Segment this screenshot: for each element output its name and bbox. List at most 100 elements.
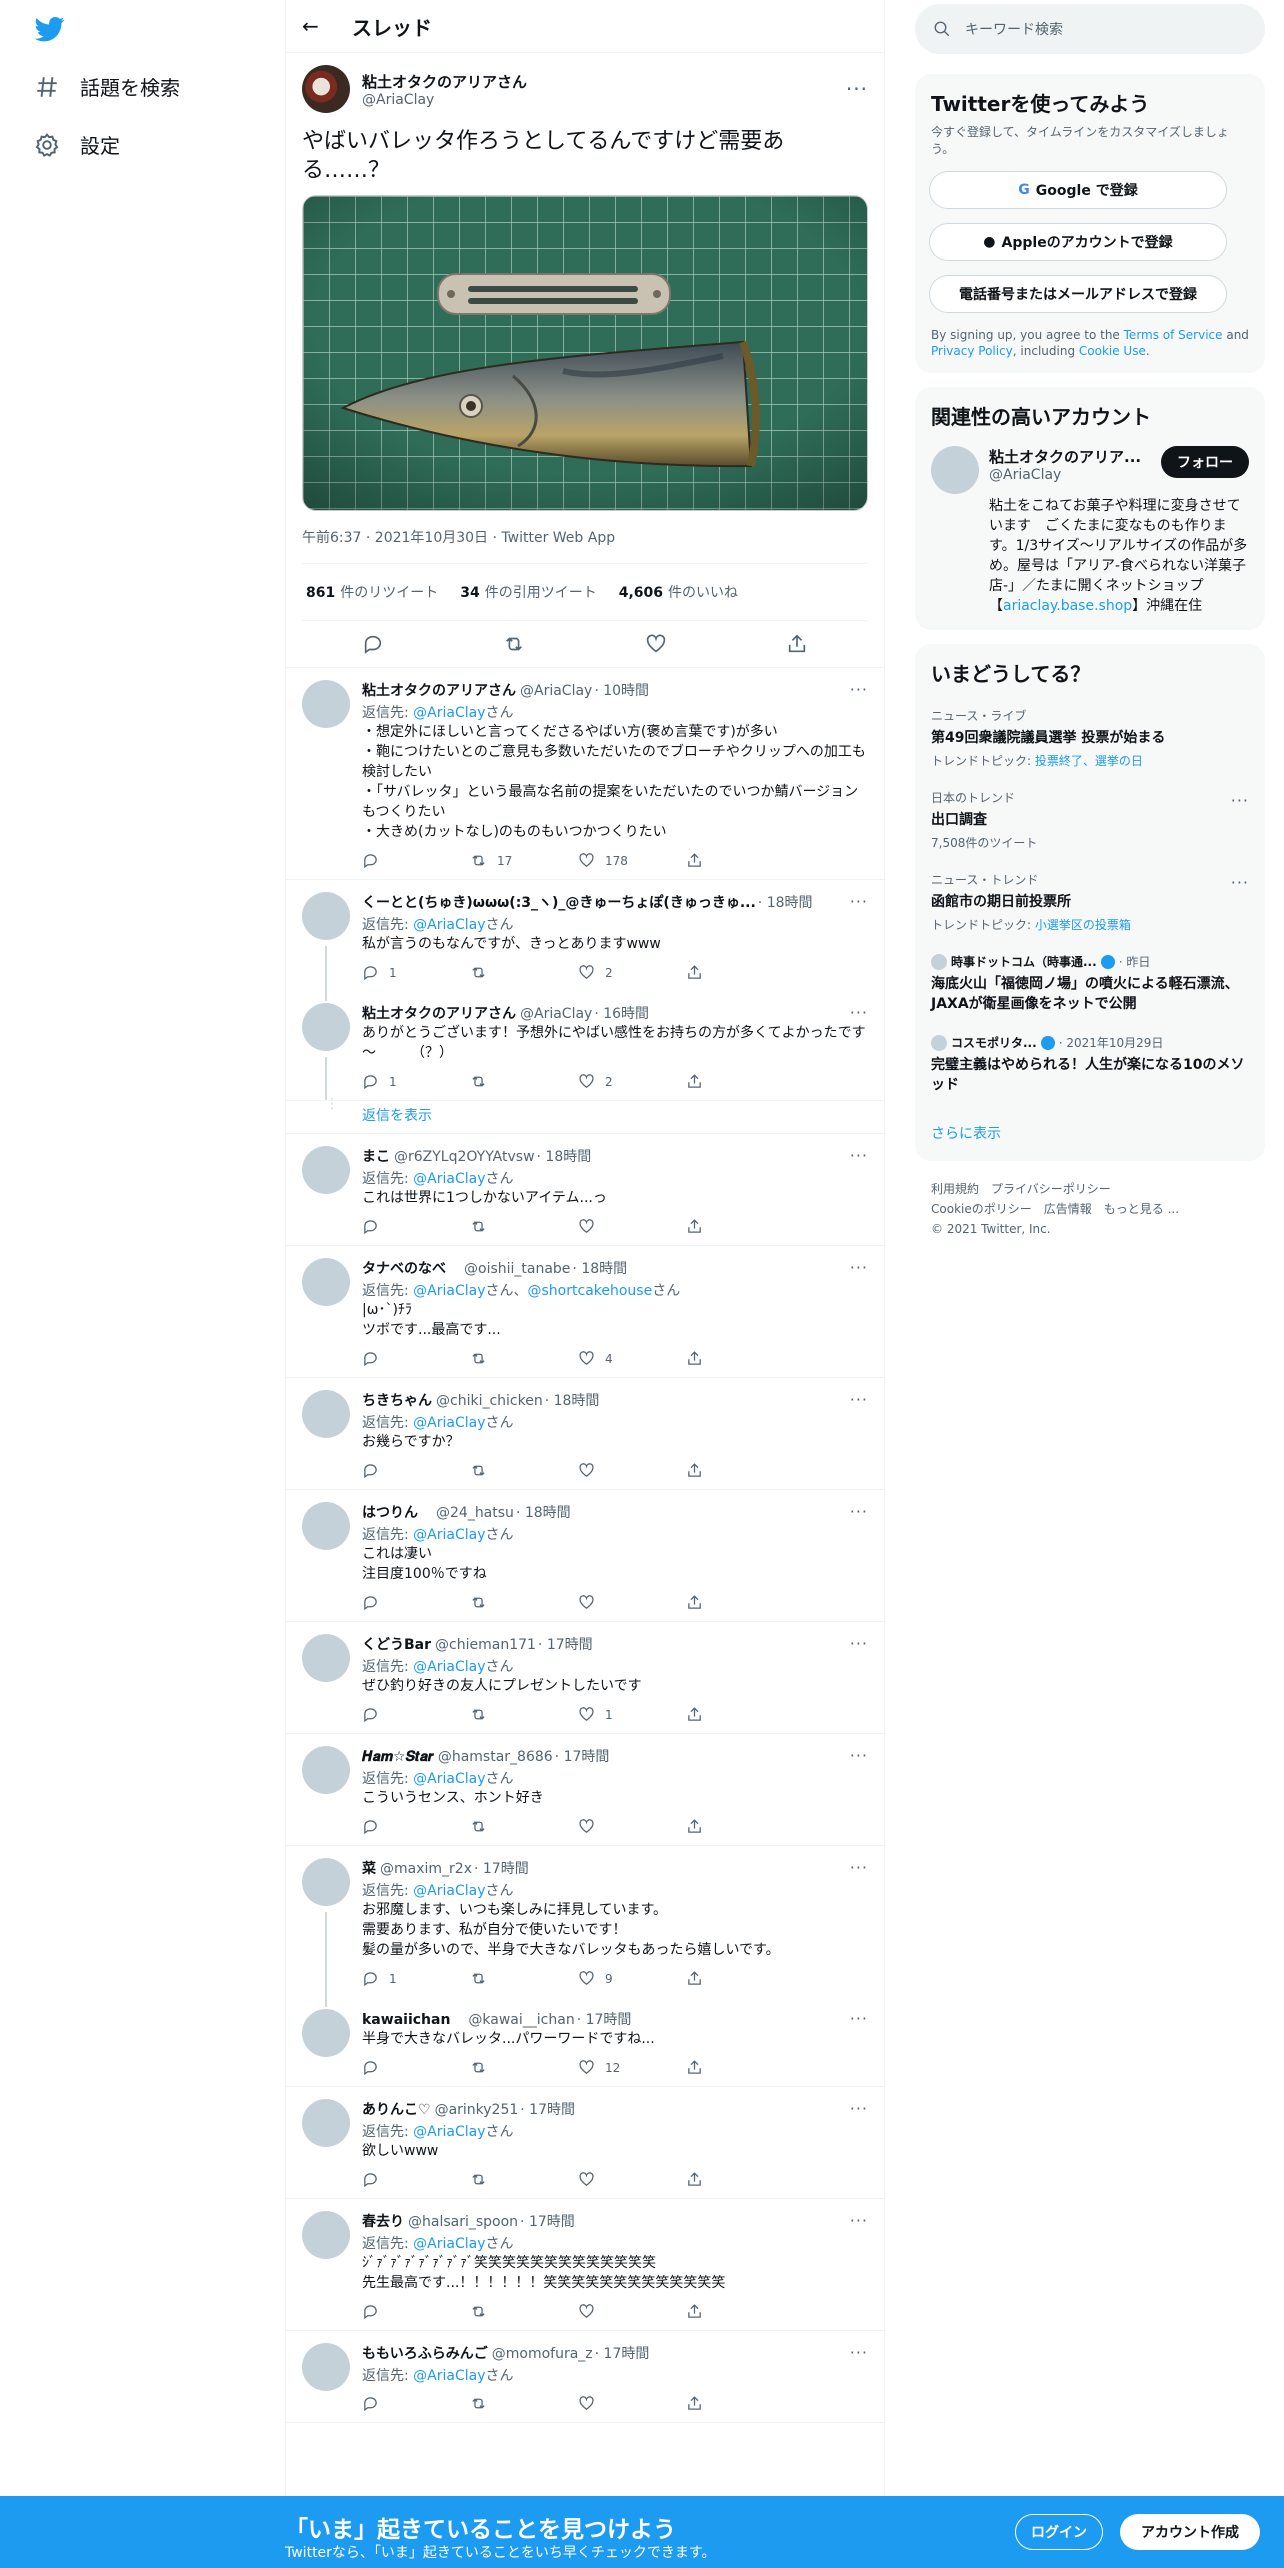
- share-button[interactable]: [686, 1706, 794, 1723]
- reply-tweet[interactable]: くどうBar @chieman171 · 17時間 ··· 返信先: @AriaClay…: [286, 1622, 884, 1734]
- like-button[interactable]: [578, 2395, 686, 2412]
- retweet-button[interactable]: [470, 1218, 578, 1235]
- reply-author-handle[interactable]: @maxim_r2x: [380, 1861, 472, 1877]
- reply-author-handle[interactable]: @AriaClay: [520, 1006, 592, 1022]
- search-box[interactable]: キーワード検索: [915, 4, 1265, 54]
- share-button[interactable]: [686, 1073, 794, 1090]
- show-replies-link[interactable]: ⋮ 返信を表示: [286, 1097, 884, 1134]
- more-options-icon[interactable]: ···: [850, 2211, 868, 2230]
- like-button[interactable]: [578, 2303, 686, 2320]
- reply-author-name[interactable]: まこ: [362, 1146, 390, 1166]
- share-button[interactable]: [686, 1218, 794, 1235]
- more-options-icon[interactable]: ···: [850, 892, 868, 911]
- retweet-button[interactable]: [470, 1818, 578, 1835]
- avatar[interactable]: [302, 65, 350, 113]
- reply-tweet[interactable]: 菜 @maxim_r2x · 17時間 ··· 返信先: @AriaClayさん お邪魔し…: [286, 1846, 884, 1997]
- mention-link[interactable]: @AriaClay: [413, 2124, 485, 2140]
- avatar[interactable]: [302, 1390, 350, 1438]
- mention-link[interactable]: @shortcakehouse: [528, 1283, 653, 1299]
- reply-author-handle[interactable]: @halsari_spoon: [408, 2214, 518, 2230]
- reply-time[interactable]: · 10時間: [594, 680, 649, 700]
- retweet-button[interactable]: [470, 964, 578, 981]
- privacy-link[interactable]: Privacy Policy: [931, 344, 1013, 358]
- footer-ads-link[interactable]: 広告情報: [1044, 1202, 1092, 1216]
- like-button[interactable]: 1: [578, 1706, 686, 1723]
- like-button[interactable]: 12: [578, 2059, 686, 2076]
- reply-tweet[interactable]: kawaiichan @kawai__ichan · 17時間 ··· 半身で大きなバ…: [286, 1997, 884, 2087]
- reply-button[interactable]: 1: [362, 964, 470, 981]
- reply-author-name[interactable]: はつりん: [362, 1502, 418, 1522]
- more-options-icon[interactable]: ···: [850, 2099, 868, 2118]
- reply-button[interactable]: [362, 1818, 470, 1835]
- avatar[interactable]: [302, 2343, 350, 2391]
- mention-link[interactable]: @AriaClay: [413, 1415, 485, 1431]
- nav-explore[interactable]: 話題を検索: [34, 72, 180, 101]
- reply-author-name[interactable]: kawaiichan: [362, 2012, 450, 2028]
- reply-author-handle[interactable]: @chiki_chicken: [436, 1393, 543, 1409]
- reply-button[interactable]: [362, 2395, 470, 2412]
- reply-button[interactable]: [362, 2171, 470, 2188]
- reply-button[interactable]: [362, 852, 470, 869]
- reply-tweet[interactable]: 𝑯𝒂𝒎☆𝑺𝒕𝒂𝒓 @hamstar_8686 · 17時間 ··· 返信先: @Aria…: [286, 1734, 884, 1846]
- more-options-icon[interactable]: ···: [850, 680, 868, 699]
- reply-author-handle[interactable]: @24_hatsu: [422, 1502, 514, 1522]
- related-handle[interactable]: @AriaClay: [989, 467, 1141, 483]
- like-button[interactable]: [578, 1462, 686, 1479]
- retweet-button[interactable]: [470, 2059, 578, 2076]
- share-button[interactable]: [686, 2171, 794, 2188]
- reply-tweet[interactable]: ありんこ♡ @arinky251 · 17時間 ··· 返信先: @AriaClayさん…: [286, 2087, 884, 2199]
- avatar[interactable]: [302, 1003, 350, 1051]
- mention-link[interactable]: @AriaClay: [413, 2368, 485, 2384]
- retweet-button[interactable]: [470, 1706, 578, 1723]
- more-options-icon[interactable]: ···: [850, 1258, 868, 1277]
- reply-tweet[interactable]: 粘土オタクのアリアさん @AriaClay · 16時間 ··· ありがとうございます！…: [286, 991, 884, 1101]
- share-button[interactable]: [686, 1350, 794, 1367]
- reply-tweet[interactable]: タナベのなべ @oishii_tanabe · 18時間 ··· 返信先: @Aria…: [286, 1246, 884, 1378]
- like-button[interactable]: [578, 1594, 686, 1611]
- signup-button[interactable]: アカウント作成: [1120, 2514, 1260, 2550]
- quote-count[interactable]: 34 件の引用ツイート: [460, 582, 596, 602]
- share-button[interactable]: [686, 1594, 794, 1611]
- follow-button[interactable]: フォロー: [1161, 446, 1249, 478]
- google-signup-button[interactable]: G Google で登録: [929, 171, 1227, 209]
- more-options-icon[interactable]: ···: [850, 1746, 868, 1765]
- back-arrow-icon[interactable]: ←: [302, 14, 342, 38]
- share-button[interactable]: [686, 852, 794, 869]
- cookie-link[interactable]: Cookie Use: [1079, 344, 1146, 358]
- like-button[interactable]: 9: [578, 1970, 686, 1987]
- reply-tweet[interactable]: ももいろふらみんご @momofura_z · 17時間 ··· 返信先: @AriaC…: [286, 2331, 884, 2423]
- news-item[interactable]: 時事ドットコム（時事通... · 昨日 海底火山「福徳岡ノ場」の噴火による軽石漂流、…: [931, 953, 1249, 1014]
- reply-button[interactable]: [362, 1218, 470, 1235]
- footer-tos-link[interactable]: 利用規約: [931, 1182, 979, 1196]
- avatar[interactable]: [931, 446, 979, 494]
- avatar[interactable]: [302, 1746, 350, 1794]
- like-button[interactable]: [578, 1818, 686, 1835]
- reply-button[interactable]: [362, 1462, 470, 1479]
- like-button[interactable]: [578, 2171, 686, 2188]
- reply-time[interactable]: · 17時間: [577, 2009, 632, 2029]
- more-options-icon[interactable]: ···: [850, 1858, 868, 1877]
- retweet-button[interactable]: [470, 1462, 578, 1479]
- reply-author-handle[interactable]: @oishii_tanabe: [450, 1258, 570, 1278]
- show-more-link[interactable]: さらに表示: [931, 1126, 1001, 1142]
- mention-link[interactable]: @AriaClay: [413, 1659, 485, 1675]
- trend-item[interactable]: 日本のトレンド 出口調査 7,508件のツイート ···: [931, 789, 1249, 851]
- more-options-icon[interactable]: ···: [1231, 873, 1249, 892]
- avatar[interactable]: [302, 2009, 350, 2057]
- news-item[interactable]: コスモポリタ... · 2021年10月29日 完璧主義はやめられる！人生が楽になる…: [931, 1034, 1249, 1095]
- reply-button[interactable]: [362, 2303, 470, 2320]
- retweet-button[interactable]: 17: [470, 852, 578, 869]
- retweet-button[interactable]: [470, 2395, 578, 2412]
- apple-signup-button[interactable]: ● Appleのアカウントで登録: [929, 223, 1227, 261]
- more-options-icon[interactable]: ···: [846, 77, 868, 101]
- trend-item[interactable]: ニュース・ライブ 第49回衆議院議員選挙 投票が始まる トレンドトピック: 投票終了…: [931, 707, 1249, 769]
- more-options-icon[interactable]: ···: [1231, 791, 1249, 810]
- like-button[interactable]: 2: [578, 964, 686, 981]
- reply-author-name[interactable]: くどうBar: [362, 1634, 431, 1654]
- tweet-photo[interactable]: [302, 195, 868, 511]
- retweet-button[interactable]: [470, 1970, 578, 1987]
- like-icon[interactable]: [645, 633, 667, 655]
- retweet-icon[interactable]: [503, 633, 525, 655]
- share-button[interactable]: [686, 1462, 794, 1479]
- reply-button[interactable]: [362, 1350, 470, 1367]
